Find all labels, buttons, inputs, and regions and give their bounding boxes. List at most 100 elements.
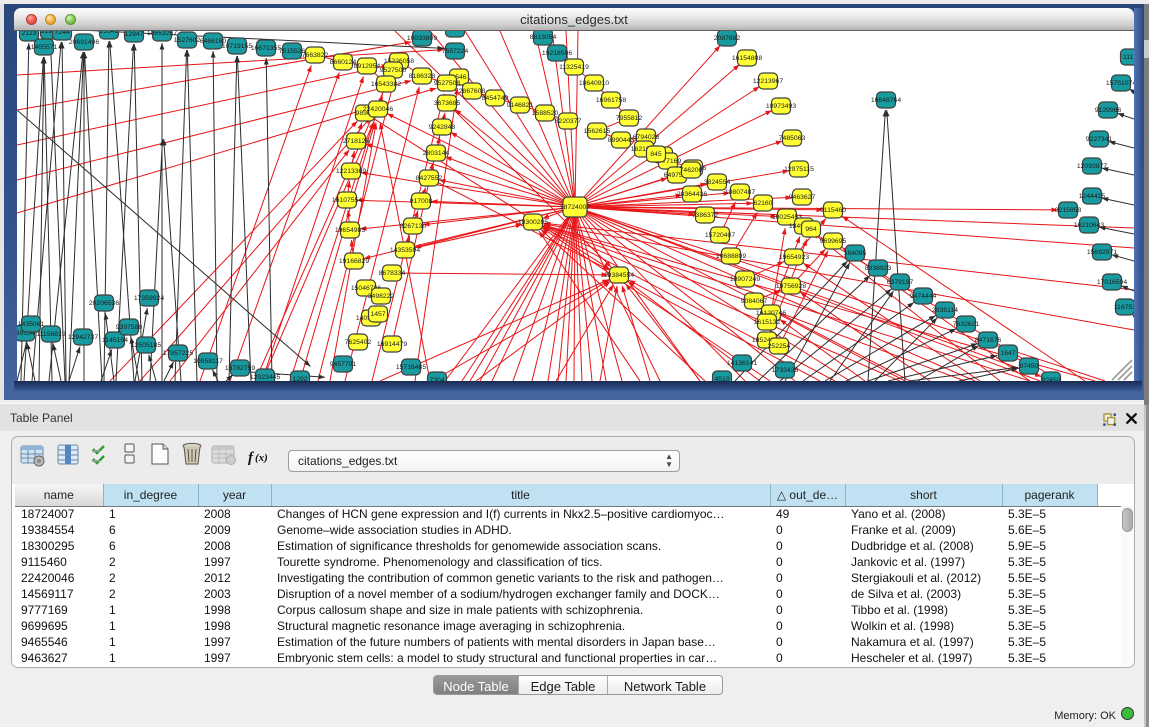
svg-text:12975115: 12975115 <box>784 166 814 173</box>
svg-text:8912954: 8912954 <box>354 63 381 70</box>
svg-text:12093877: 12093877 <box>1077 163 1107 170</box>
svg-text:9457791: 9457791 <box>330 361 357 368</box>
svg-text:2803144: 2803144 <box>423 150 450 157</box>
svg-text:10688809: 10688809 <box>716 253 746 260</box>
svg-text:7386372: 7386372 <box>692 212 719 219</box>
svg-text:7557224: 7557224 <box>442 48 469 55</box>
svg-text:1435061: 1435061 <box>18 321 45 328</box>
svg-text:2718126: 2718126 <box>343 138 370 145</box>
svg-text:15751074: 15751074 <box>1106 80 1134 87</box>
svg-text:1647: 1647 <box>1000 350 1015 357</box>
svg-text:9527508: 9527508 <box>434 80 461 87</box>
svg-text:7955812: 7955812 <box>616 115 643 122</box>
svg-text:62160: 62160 <box>754 200 773 207</box>
svg-text:18640910: 18640910 <box>579 80 609 87</box>
svg-text:19756928: 19756928 <box>776 283 806 290</box>
svg-text:8471676: 8471676 <box>975 337 1002 344</box>
svg-text:8990443: 8990443 <box>608 137 635 144</box>
svg-text:116753: 116753 <box>1114 304 1134 311</box>
svg-text:8267130: 8267130 <box>400 223 427 230</box>
svg-text:845: 845 <box>650 151 662 158</box>
svg-text:1457: 1457 <box>370 311 385 318</box>
svg-text:164095: 164095 <box>844 250 867 257</box>
svg-text:6794028: 6794028 <box>633 134 660 141</box>
svg-text:2123: 2123 <box>21 31 36 37</box>
svg-text:8215958: 8215958 <box>1055 207 1082 214</box>
svg-text:9084067: 9084067 <box>741 298 768 305</box>
svg-text:9397588: 9397588 <box>116 324 143 331</box>
svg-text:14136141: 14136141 <box>727 360 757 367</box>
svg-text:3498222: 3498222 <box>368 293 395 300</box>
svg-text:17957225: 17957225 <box>163 350 193 357</box>
svg-text:2935114: 2935114 <box>932 307 958 314</box>
svg-text:97450: 97450 <box>1020 363 1039 370</box>
svg-text:8427552: 8427552 <box>416 175 443 182</box>
svg-text:12213369: 12213369 <box>336 168 366 175</box>
svg-text:1244415: 1244415 <box>1079 193 1106 200</box>
svg-text:1527602: 1527602 <box>174 37 201 44</box>
svg-text:16107554: 16107554 <box>332 197 362 204</box>
svg-text:1733426: 1733426 <box>772 367 799 374</box>
svg-text:252254: 252254 <box>768 343 791 350</box>
svg-text:10973493: 10973493 <box>766 103 796 110</box>
svg-text:(x): (x) <box>255 452 268 464</box>
svg-text:20364436: 20364436 <box>677 191 707 198</box>
svg-text:16961758: 16961758 <box>596 97 626 104</box>
svg-text:19384554: 19384554 <box>604 272 634 279</box>
svg-text:7663822: 7663822 <box>302 52 329 59</box>
svg-text:9227341: 9227341 <box>1086 136 1113 143</box>
svg-text:17016504: 17016504 <box>1097 279 1127 286</box>
svg-text:964: 964 <box>805 226 817 233</box>
svg-text:f: f <box>248 450 255 466</box>
svg-text:16914479: 16914479 <box>377 341 407 348</box>
svg-text:16210643: 16210643 <box>1074 222 1104 229</box>
svg-text:9115460: 9115460 <box>820 207 846 214</box>
svg-text:14353594: 14353594 <box>390 247 420 254</box>
svg-text:10807487: 10807487 <box>725 189 755 196</box>
svg-text:15342: 15342 <box>100 31 119 35</box>
svg-text:12942737: 12942737 <box>68 334 98 341</box>
svg-text:1145194: 1145194 <box>102 337 128 344</box>
svg-text:10033809: 10033809 <box>407 35 437 42</box>
svg-text:7244: 7244 <box>54 31 69 36</box>
svg-text:16782759: 16782759 <box>225 365 255 372</box>
svg-text:10958117: 10958117 <box>193 358 223 365</box>
svg-text:16154808: 16154808 <box>732 55 762 62</box>
svg-text:19218506: 19218506 <box>542 50 572 57</box>
svg-text:9474444: 9474444 <box>910 293 937 300</box>
svg-text:8938923: 8938923 <box>865 265 892 272</box>
svg-text:16648764: 16648764 <box>871 97 901 104</box>
svg-text:746206: 746206 <box>680 167 703 174</box>
svg-text:8454749: 8454749 <box>482 95 509 102</box>
svg-text:12947: 12947 <box>125 31 144 38</box>
svg-text:8660124: 8660124 <box>330 59 357 66</box>
svg-text:8220377: 8220377 <box>555 118 582 125</box>
svg-text:16543382: 16543382 <box>371 81 401 88</box>
svg-text:16671355: 16671355 <box>251 45 281 52</box>
svg-text:9463627: 9463627 <box>789 194 816 201</box>
svg-text:8408: 8408 <box>447 31 462 33</box>
svg-text:3673685: 3673685 <box>434 100 461 107</box>
svg-text:8186328: 8186328 <box>409 73 436 80</box>
svg-text:19654983: 19654983 <box>335 227 365 234</box>
svg-text:7632621: 7632621 <box>953 321 980 328</box>
svg-text:12213967: 12213967 <box>753 78 783 85</box>
svg-text:11156819: 11156819 <box>36 331 65 338</box>
svg-text:1562615: 1562615 <box>584 128 611 135</box>
svg-text:9242848: 9242848 <box>429 124 456 131</box>
svg-text:12923445: 12923445 <box>250 374 280 381</box>
svg-text:1405571: 1405571 <box>31 44 58 51</box>
svg-text:18724007: 18724007 <box>560 204 590 211</box>
svg-text:9527500: 9527500 <box>380 67 407 74</box>
svg-text:1615132: 1615132 <box>754 319 781 326</box>
svg-text:17359924: 17359924 <box>134 295 164 302</box>
svg-text:9699695: 9699695 <box>820 238 847 245</box>
svg-text:18907249: 18907249 <box>730 276 760 283</box>
svg-text:15692971: 15692971 <box>1087 249 1117 256</box>
svg-text:12505185: 12505185 <box>131 342 161 349</box>
svg-text:2867608: 2867608 <box>459 88 486 95</box>
svg-text:6379197: 6379197 <box>887 279 914 286</box>
svg-text:7625402: 7625402 <box>345 339 372 346</box>
svg-text:11325419: 11325419 <box>559 64 589 71</box>
svg-text:20691406: 20691406 <box>69 39 99 46</box>
